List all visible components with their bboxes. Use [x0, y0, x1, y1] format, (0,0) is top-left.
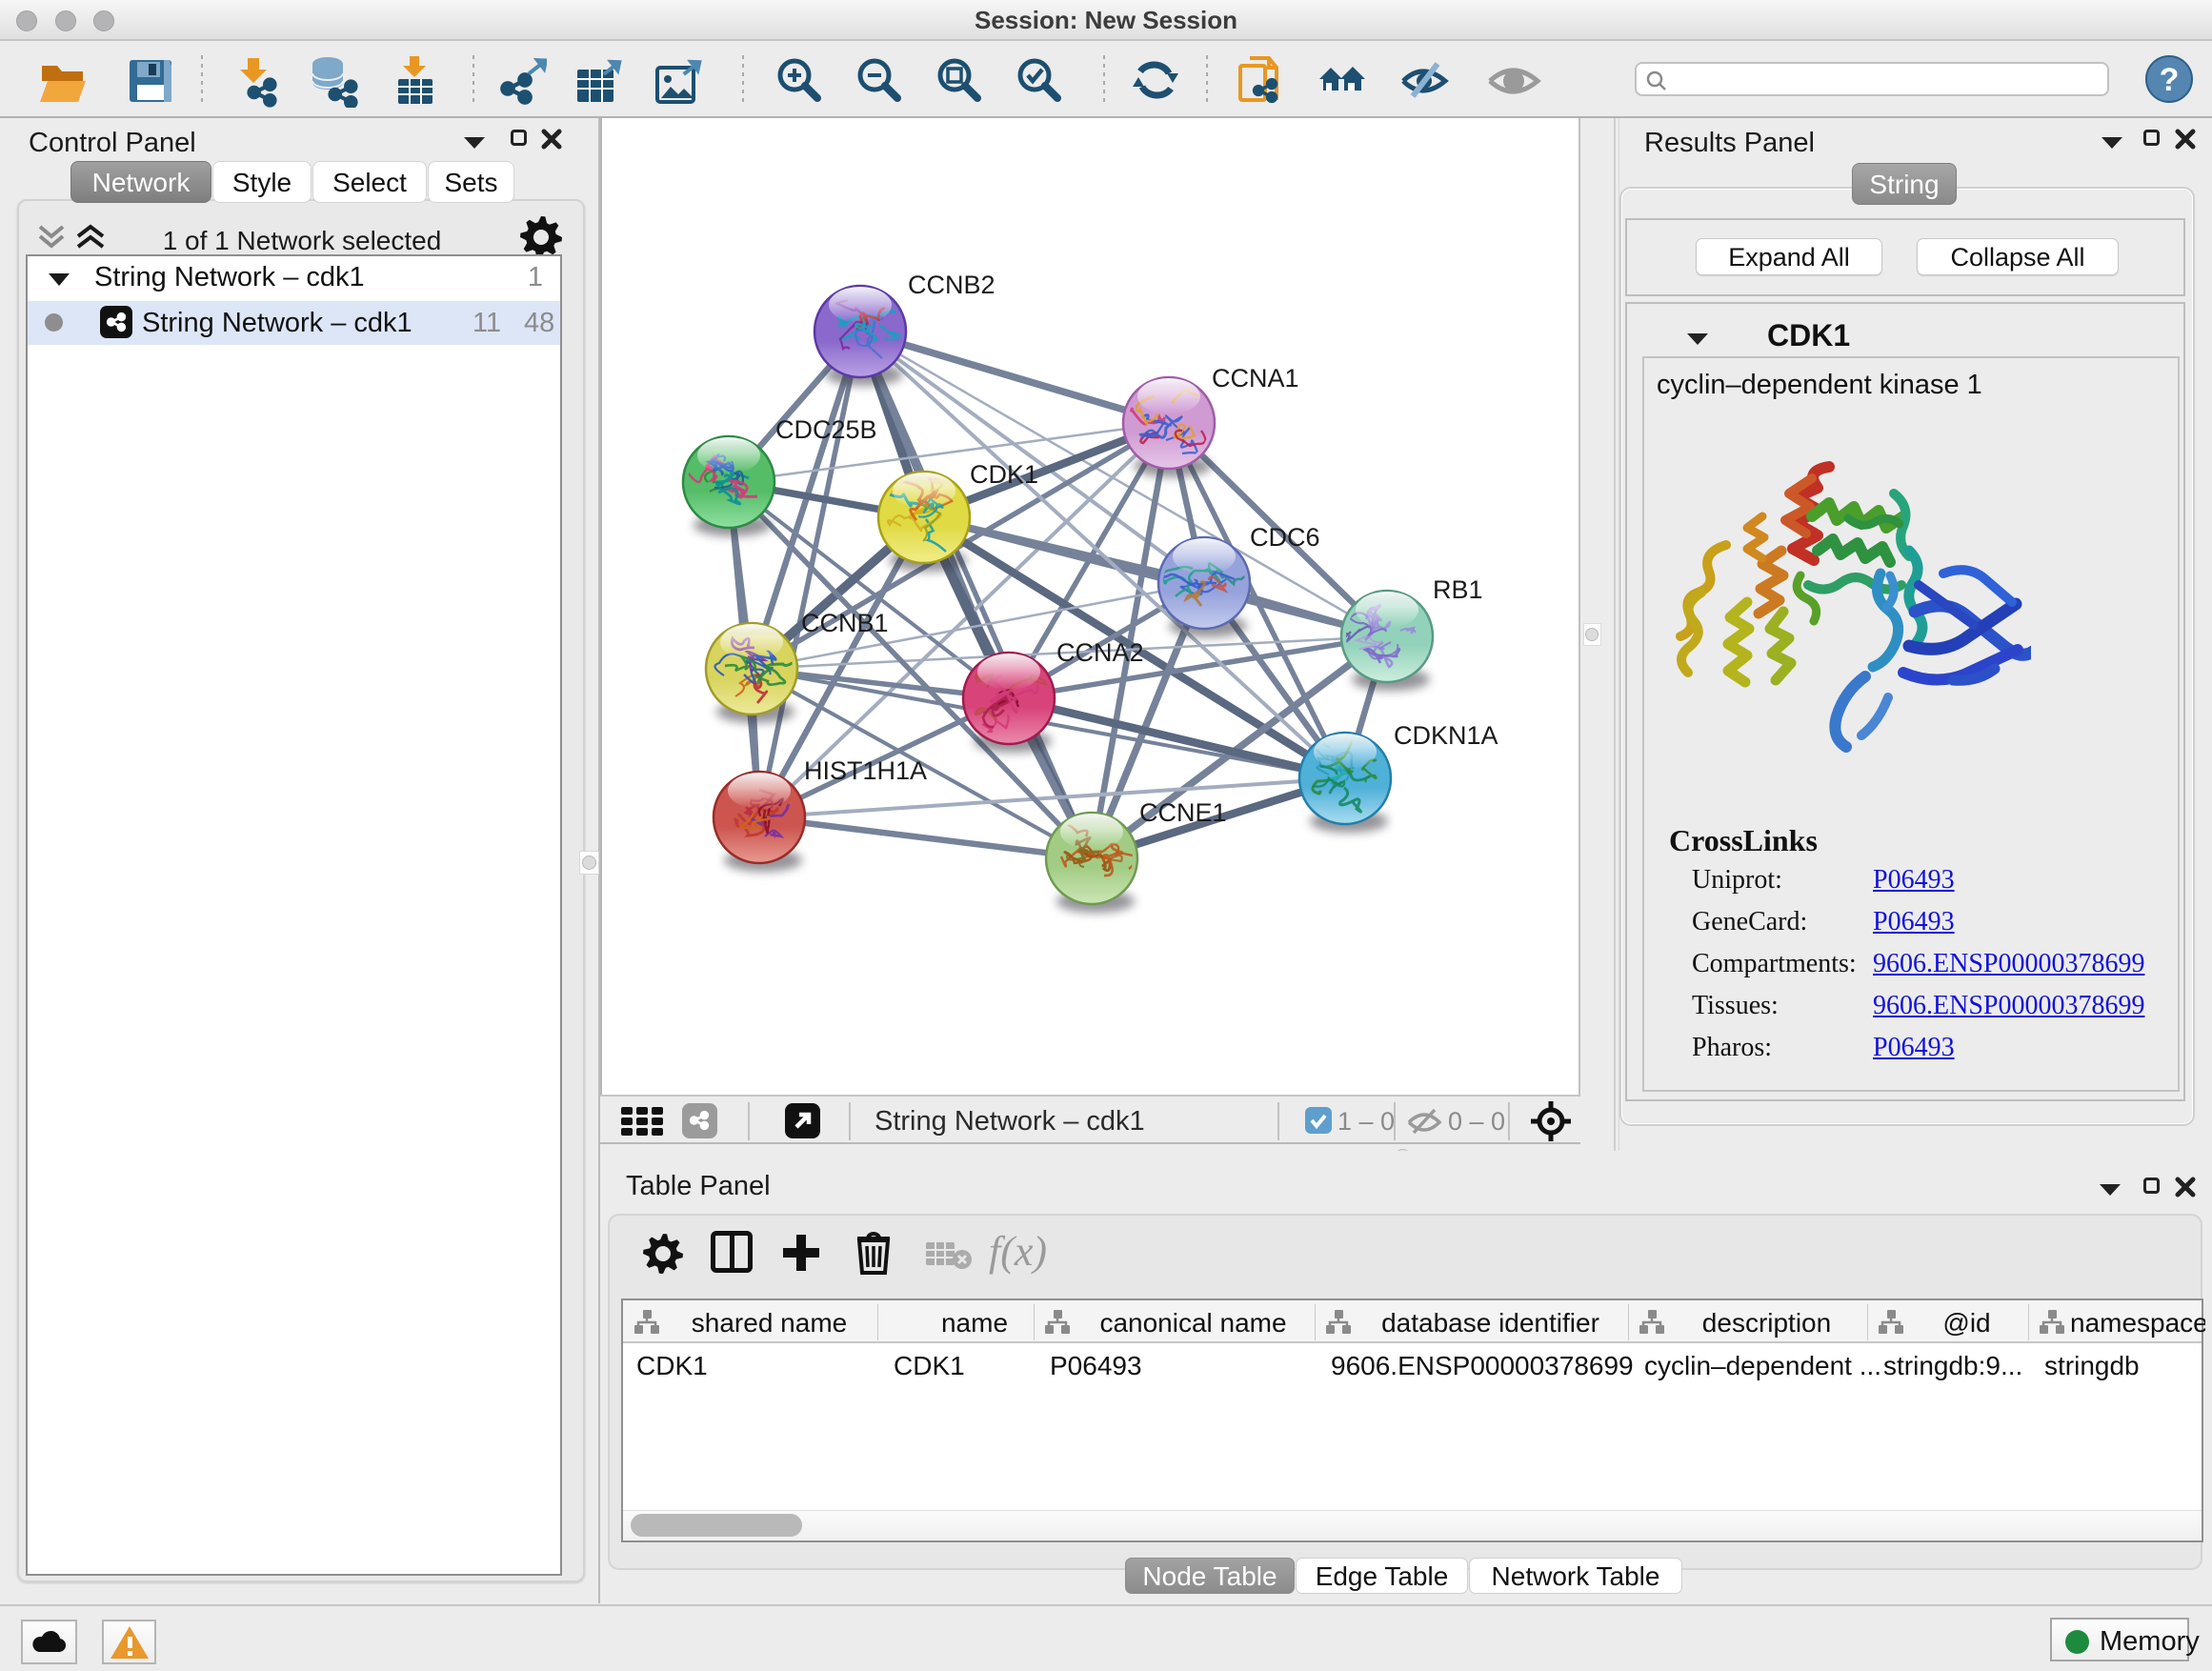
svg-text:CDC6: CDC6 [1250, 523, 1320, 552]
svg-text:CCNB1: CCNB1 [801, 609, 889, 637]
svg-text:CCNE1: CCNE1 [1139, 798, 1227, 827]
svg-text:HIST1H1A: HIST1H1A [804, 756, 927, 785]
svg-text:CCNB2: CCNB2 [908, 271, 995, 299]
svg-text:CCNA2: CCNA2 [1056, 638, 1144, 667]
svg-text:CCNA1: CCNA1 [1212, 364, 1299, 393]
svg-text:CDKN1A: CDKN1A [1394, 721, 1498, 750]
svg-text:RB1: RB1 [1433, 575, 1483, 604]
svg-text:CDC25B: CDC25B [775, 415, 877, 444]
svg-text:CDK1: CDK1 [970, 460, 1038, 489]
